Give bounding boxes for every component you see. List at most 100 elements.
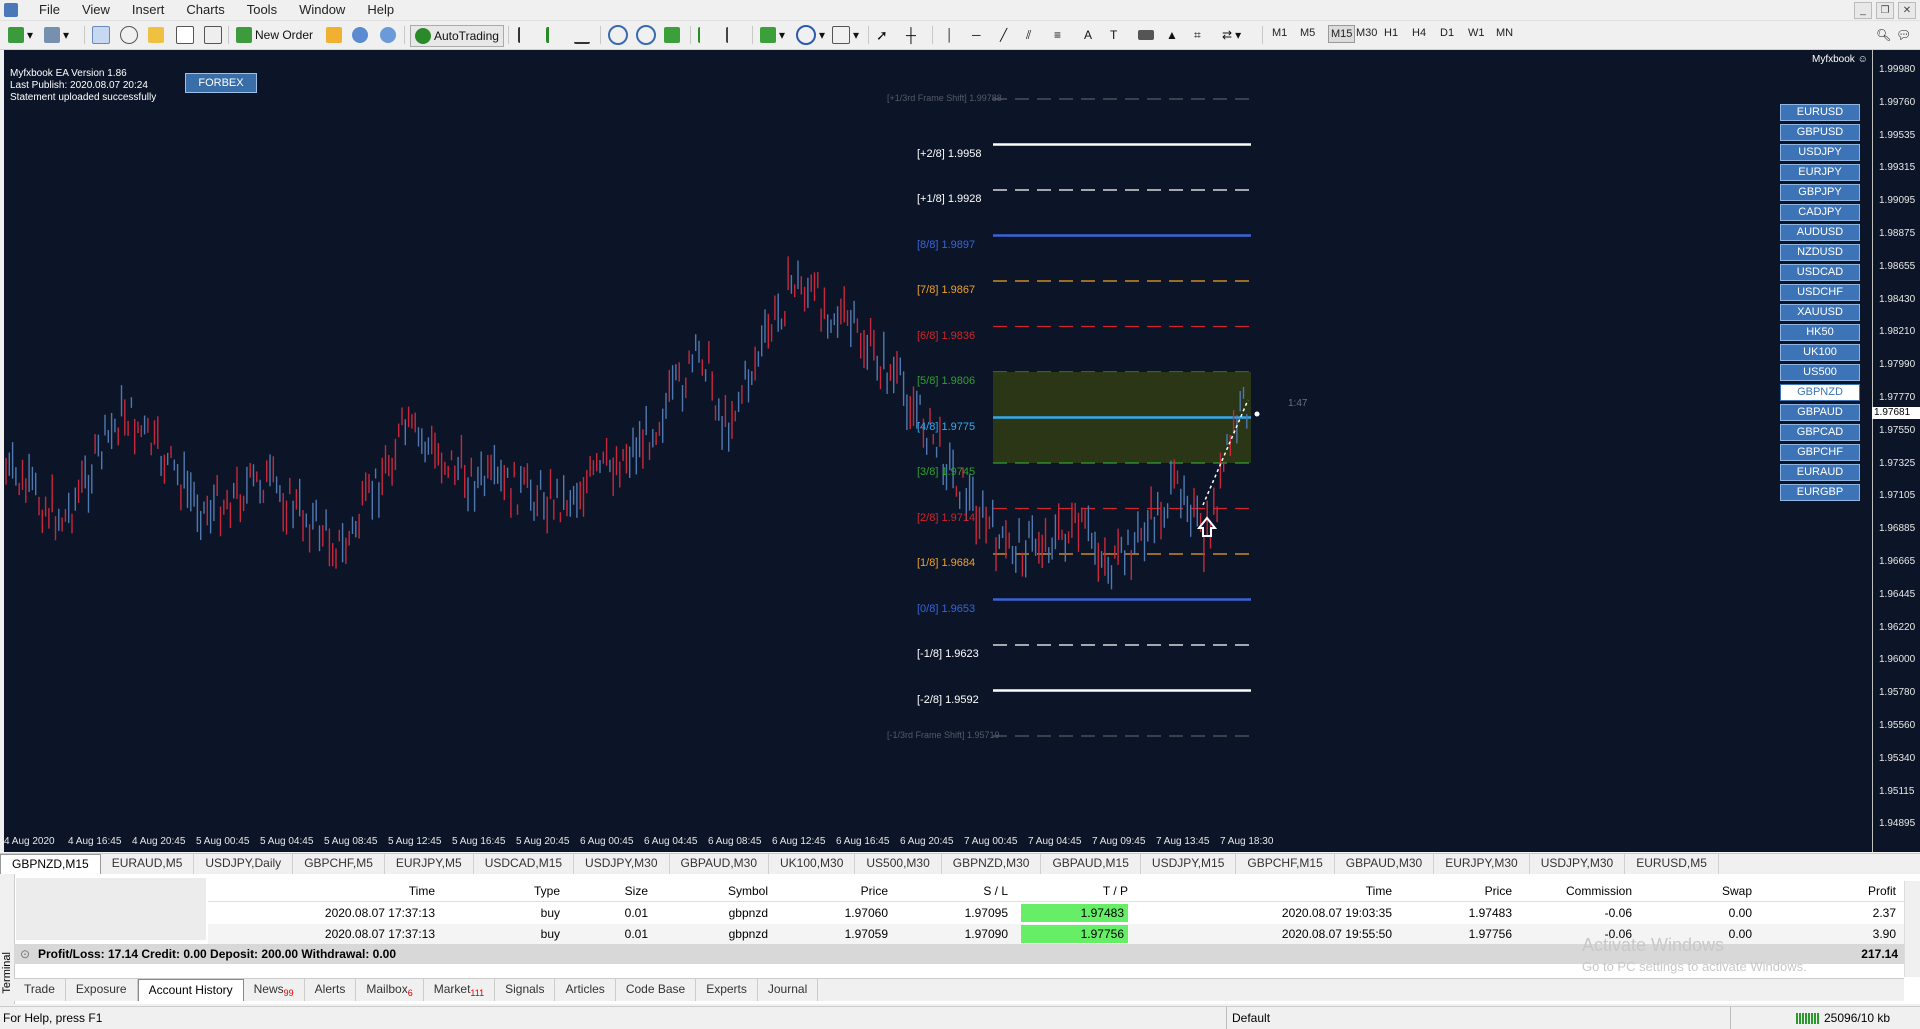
chart-tab[interactable]: US500,M30: [855, 854, 942, 874]
chart-tab[interactable]: GBPAUD,M30: [670, 854, 769, 874]
chart-tab[interactable]: EURUSD,M5: [1625, 854, 1719, 874]
column-header[interactable]: Size: [625, 884, 648, 898]
tf-m30[interactable]: M30: [1356, 27, 1377, 39]
grid-button[interactable]: ⌗: [1194, 25, 1201, 45]
close-icon[interactable]: ✕: [1898, 2, 1916, 19]
symbol-button-usdjpy[interactable]: USDJPY: [1780, 144, 1860, 161]
line-chart-button[interactable]: [574, 25, 590, 45]
column-header[interactable]: S / L: [983, 884, 1008, 898]
chart-tab[interactable]: GBPAUD,M30: [1335, 854, 1435, 874]
horizontal-line-button[interactable]: ─: [972, 25, 981, 45]
menu-view[interactable]: View: [71, 2, 121, 18]
signals-button[interactable]: [352, 25, 368, 45]
chart-tab[interactable]: EURAUD,M5: [101, 854, 195, 874]
metaeditor-button[interactable]: [326, 25, 342, 45]
crosshair-button[interactable]: ┼: [906, 25, 916, 45]
chart-tab[interactable]: USDCAD,M15: [474, 854, 575, 874]
menu-window[interactable]: Window: [288, 2, 356, 18]
terminal-tab-code-base[interactable]: Code Base: [616, 979, 697, 1001]
symbol-button-eurgbp[interactable]: EURGBP: [1780, 484, 1860, 501]
trendline-button[interactable]: ╱: [1000, 25, 1007, 45]
column-header[interactable]: Commission: [1566, 884, 1632, 898]
terminal-tab-experts[interactable]: Experts: [696, 979, 758, 1001]
new-chart-button[interactable]: ▾: [8, 25, 33, 45]
symbol-button-hk50[interactable]: HK50: [1780, 324, 1860, 341]
fibonacci-button[interactable]: ≡: [1054, 25, 1061, 45]
chart-tab[interactable]: EURJPY,M30: [1434, 854, 1530, 874]
periods-button[interactable]: ▾: [796, 25, 825, 45]
symbol-button-eurusd[interactable]: EURUSD: [1780, 104, 1860, 121]
chart-tab[interactable]: GBPCHF,M15: [1236, 854, 1335, 874]
templates-button[interactable]: ▾: [832, 25, 859, 45]
terminal-tab-alerts[interactable]: Alerts: [305, 979, 357, 1001]
column-header[interactable]: Profit: [1868, 884, 1896, 898]
terminal-tab-signals[interactable]: Signals: [495, 979, 556, 1001]
terminal-tab-news[interactable]: News99: [244, 979, 305, 1001]
history-row[interactable]: 2020.08.07 17:37:13 buy 0.01 gbpnzd 1.97060 1…: [208, 903, 1904, 923]
menu-help[interactable]: Help: [356, 2, 405, 18]
chart-tab[interactable]: GBPCHF,M5: [293, 854, 385, 874]
terminal-tab-account-history[interactable]: Account History: [137, 979, 244, 1001]
symbol-button-usdchf[interactable]: USDCHF: [1780, 284, 1860, 301]
menu-charts[interactable]: Charts: [175, 2, 235, 18]
tf-m15[interactable]: M15: [1328, 25, 1356, 43]
symbol-button-eurjpy[interactable]: EURJPY: [1780, 164, 1860, 181]
market-watch-button[interactable]: [92, 25, 110, 45]
chart-tab[interactable]: GBPAUD,M15: [1041, 854, 1141, 874]
profiles-button[interactable]: ▾: [44, 25, 69, 45]
tf-h4[interactable]: H4: [1412, 27, 1426, 39]
vertical-line-button[interactable]: │: [946, 25, 954, 45]
terminal-tab-mailbox[interactable]: Mailbox6: [356, 979, 424, 1001]
menu-file[interactable]: File: [28, 2, 71, 18]
menu-tools[interactable]: Tools: [236, 2, 288, 18]
chart-tab[interactable]: USDJPY,M15: [1141, 854, 1237, 874]
menu-insert[interactable]: Insert: [121, 2, 176, 18]
chart-tab[interactable]: USDJPY,M30: [1530, 854, 1626, 874]
chart-tab[interactable]: GBPNZD,M15: [0, 854, 101, 874]
navigator-button[interactable]: [120, 25, 138, 45]
market-button[interactable]: [380, 25, 396, 45]
tf-w1[interactable]: W1: [1468, 27, 1485, 39]
column-header[interactable]: Type: [534, 884, 560, 898]
forbex-button[interactable]: FORBEX: [185, 73, 257, 93]
symbol-button-usdcad[interactable]: USDCAD: [1780, 264, 1860, 281]
tf-mn[interactable]: MN: [1496, 27, 1513, 39]
column-header[interactable]: Time: [409, 884, 435, 898]
text-label-button[interactable]: T: [1110, 25, 1117, 45]
candlestick-button[interactable]: [546, 25, 565, 45]
terminal-tab-articles[interactable]: Articles: [555, 979, 616, 1001]
equidistant-channel-button[interactable]: ⫽: [1026, 25, 1031, 45]
terminal-button[interactable]: [176, 25, 194, 45]
chart-tab[interactable]: USDJPY,Daily: [194, 854, 294, 874]
tf-d1[interactable]: D1: [1440, 27, 1454, 39]
chart-shift-button[interactable]: [726, 25, 744, 45]
tf-m5[interactable]: M5: [1300, 27, 1315, 39]
symbol-button-uk100[interactable]: UK100: [1780, 344, 1860, 361]
strategy-tester-button[interactable]: [204, 25, 222, 45]
text-button[interactable]: A: [1084, 25, 1092, 45]
symbol-button-gbpnzd[interactable]: GBPNZD: [1780, 384, 1860, 401]
rectangle-button[interactable]: [1138, 25, 1154, 45]
autoscroll-button[interactable]: [698, 25, 716, 45]
column-header[interactable]: Swap: [1722, 884, 1752, 898]
indicators-button[interactable]: ▾: [760, 25, 785, 45]
chart-tab[interactable]: USDJPY,M30: [574, 854, 670, 874]
collapse-icon[interactable]: ⊙: [20, 947, 30, 961]
terminal-tab-trade[interactable]: Trade: [14, 979, 66, 1001]
symbol-button-euraud[interactable]: EURAUD: [1780, 464, 1860, 481]
column-header[interactable]: Price: [1485, 884, 1512, 898]
column-header[interactable]: Price: [861, 884, 888, 898]
zoom-in-button[interactable]: [608, 25, 628, 45]
tile-windows-button[interactable]: [664, 25, 680, 45]
chart-tab[interactable]: EURJPY,M5: [385, 854, 474, 874]
symbol-button-nzdusd[interactable]: NZDUSD: [1780, 244, 1860, 261]
symbol-button-audusd[interactable]: AUDUSD: [1780, 224, 1860, 241]
symbol-button-xauusd[interactable]: XAUUSD: [1780, 304, 1860, 321]
triangle-button[interactable]: ▲: [1166, 25, 1178, 45]
zoom-out-button[interactable]: [636, 25, 656, 45]
symbol-button-gbpjpy[interactable]: GBPJPY: [1780, 184, 1860, 201]
arrows-button[interactable]: ⇄ ▾: [1222, 25, 1241, 45]
symbol-button-gbpaud[interactable]: GBPAUD: [1780, 404, 1860, 421]
column-header[interactable]: Time: [1366, 884, 1392, 898]
symbol-button-us500[interactable]: US500: [1780, 364, 1860, 381]
